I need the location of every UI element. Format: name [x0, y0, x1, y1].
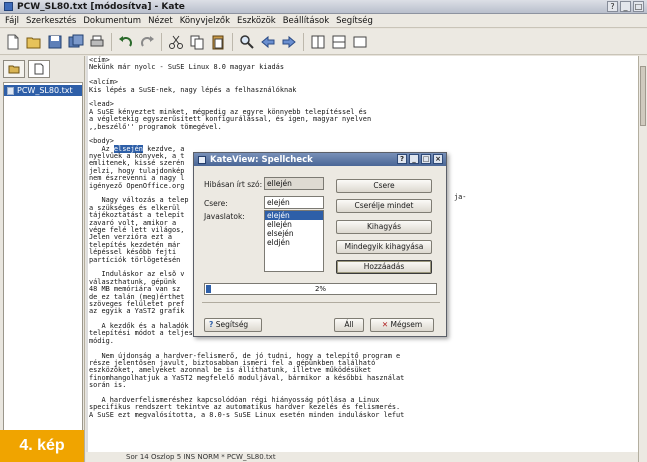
- dialog-window-controls: ? _ □ ×: [397, 154, 443, 164]
- cancel-button-label: Mégsem: [390, 320, 423, 329]
- save-icon[interactable]: [46, 33, 64, 51]
- document-icon: [34, 63, 44, 75]
- editor-gutter: [86, 56, 88, 462]
- editor-line[interactable]: során is.: [89, 381, 404, 389]
- ignore-all-button[interactable]: Mindegyik kihagyása: [336, 240, 432, 254]
- menu-document[interactable]: Dokumentum: [83, 16, 141, 26]
- minimize-icon[interactable]: _: [620, 1, 631, 12]
- figure-caption: 4. kép: [0, 430, 84, 462]
- dialog-titlebar: KateView: Spellcheck ? _ □ ×: [194, 153, 446, 166]
- menu-tools[interactable]: Eszközök: [237, 16, 276, 26]
- split-horizontal-icon[interactable]: [330, 33, 348, 51]
- save-all-icon[interactable]: [67, 33, 85, 51]
- editor-scrollbar[interactable]: [638, 56, 647, 462]
- editor-line[interactable]: módig.: [89, 337, 404, 345]
- print-icon[interactable]: [88, 33, 106, 51]
- side-note: ja-: [454, 193, 467, 201]
- kate-app-icon: [4, 2, 13, 11]
- editor-line[interactable]: Nekünk már nyolc - SuSE Linux 8.0 magyar…: [89, 63, 404, 71]
- spellcheck-progress: 2%: [204, 283, 437, 295]
- help-icon[interactable]: ?: [397, 154, 407, 164]
- ok-button[interactable]: Áll: [334, 318, 364, 332]
- copy-icon[interactable]: [188, 33, 206, 51]
- folder-icon: [8, 65, 20, 74]
- cancel-button[interactable]: ✕ Mégsem: [370, 318, 434, 332]
- window-title: PCW_SL80.txt [módosítva] - Kate: [17, 1, 185, 12]
- list-item[interactable]: eldjén: [265, 238, 323, 247]
- sidebar-tabs: [0, 56, 84, 82]
- editor-line[interactable]: [89, 72, 404, 79]
- menu-help[interactable]: Segítség: [336, 16, 373, 26]
- maximize-icon[interactable]: □: [421, 154, 431, 164]
- cancel-icon: ✕: [381, 320, 389, 329]
- tab-filesystem[interactable]: [3, 60, 25, 78]
- dialog-app-icon: [198, 155, 206, 164]
- scrollbar-thumb[interactable]: [640, 66, 646, 126]
- text-file-icon: [7, 86, 14, 95]
- status-bar: Sor 14 Oszlop 5 INS NORM * PCW_SL80.txt: [86, 452, 638, 462]
- list-item[interactable]: ellején: [265, 220, 323, 229]
- find-icon[interactable]: [238, 33, 256, 51]
- progress-label: 2%: [314, 285, 327, 293]
- replace-field[interactable]: elején: [264, 196, 324, 209]
- close-icon[interactable]: ×: [433, 154, 443, 164]
- help-icon: ?: [209, 320, 214, 329]
- redo-icon[interactable]: [138, 33, 156, 51]
- toolbar-separator: [111, 32, 112, 51]
- file-sidebar: PCW_SL80.txt: [0, 56, 85, 462]
- menu-view[interactable]: Nézet: [148, 16, 173, 26]
- new-icon[interactable]: [4, 33, 22, 51]
- toolbar-separator: [303, 32, 304, 51]
- replace-label: Csere:: [204, 199, 228, 208]
- replace-button[interactable]: Csere: [336, 179, 432, 193]
- editor-line[interactable]: finomhangolhatjuk a YaST2 megfelelő modu…: [89, 374, 404, 382]
- toolbar-separator: [232, 32, 233, 51]
- suggestions-label: Javaslatok:: [204, 212, 245, 221]
- undo-icon[interactable]: [117, 33, 135, 51]
- cut-icon[interactable]: [167, 33, 185, 51]
- open-icon[interactable]: [25, 33, 43, 51]
- menu-bookmarks[interactable]: Könyvjelzők: [180, 16, 230, 26]
- main-toolbar: [0, 29, 647, 55]
- add-to-dictionary-button[interactable]: Hozzáadás: [336, 260, 432, 274]
- paste-icon[interactable]: [209, 33, 227, 51]
- help-icon[interactable]: ?: [607, 1, 618, 12]
- ignore-button[interactable]: Kihagyás: [336, 220, 432, 234]
- editor-line[interactable]: [89, 94, 404, 101]
- editor-line[interactable]: Kis lépés a SuSE-nek, nagy lépés a felha…: [89, 86, 404, 94]
- editor-line[interactable]: [89, 131, 404, 138]
- menu-file[interactable]: Fájl: [5, 16, 19, 26]
- suggestions-list[interactable]: elején ellején elsején eldjén: [264, 210, 324, 272]
- help-button-label: Segítség: [215, 320, 249, 329]
- window-titlebar: PCW_SL80.txt [módosítva] - Kate ? _ □: [0, 0, 647, 14]
- menu-settings[interactable]: Beállítások: [283, 16, 329, 26]
- tab-document-list[interactable]: [28, 60, 50, 78]
- document-list: PCW_SL80.txt: [3, 82, 83, 458]
- help-button[interactable]: ? Segítség: [204, 318, 262, 332]
- list-item[interactable]: PCW_SL80.txt: [4, 85, 82, 96]
- editor-line[interactable]: ,,beszélő'' programok tömegével.: [89, 123, 404, 131]
- window-controls: ? _ □: [607, 1, 644, 12]
- split-vertical-icon[interactable]: [309, 33, 327, 51]
- list-item[interactable]: elején: [265, 211, 323, 220]
- forward-icon[interactable]: [280, 33, 298, 51]
- maximize-icon[interactable]: □: [633, 1, 644, 12]
- dialog-divider: [202, 302, 440, 303]
- menu-bar: Fájl Szerkesztés Dokumentum Nézet Könyvj…: [0, 14, 647, 28]
- dialog-title: KateView: Spellcheck: [210, 154, 313, 165]
- misspelled-label: Hibásan írt szó:: [204, 180, 263, 189]
- editor-line[interactable]: A SuSE ezt megvalósította, a 8.0-s SuSE …: [89, 411, 404, 419]
- minimize-icon[interactable]: _: [409, 154, 419, 164]
- menu-edit[interactable]: Szerkesztés: [26, 16, 76, 26]
- spellcheck-dialog: KateView: Spellcheck ? _ □ × Hibásan írt…: [193, 152, 447, 337]
- file-name: PCW_SL80.txt: [17, 86, 73, 95]
- close-view-icon[interactable]: [351, 33, 369, 51]
- toolbar-separator: [161, 32, 162, 51]
- back-icon[interactable]: [259, 33, 277, 51]
- misspelled-word-field: ellején: [264, 177, 324, 190]
- list-item[interactable]: elsején: [265, 229, 323, 238]
- replace-all-button[interactable]: Cserélje mindet: [336, 199, 432, 213]
